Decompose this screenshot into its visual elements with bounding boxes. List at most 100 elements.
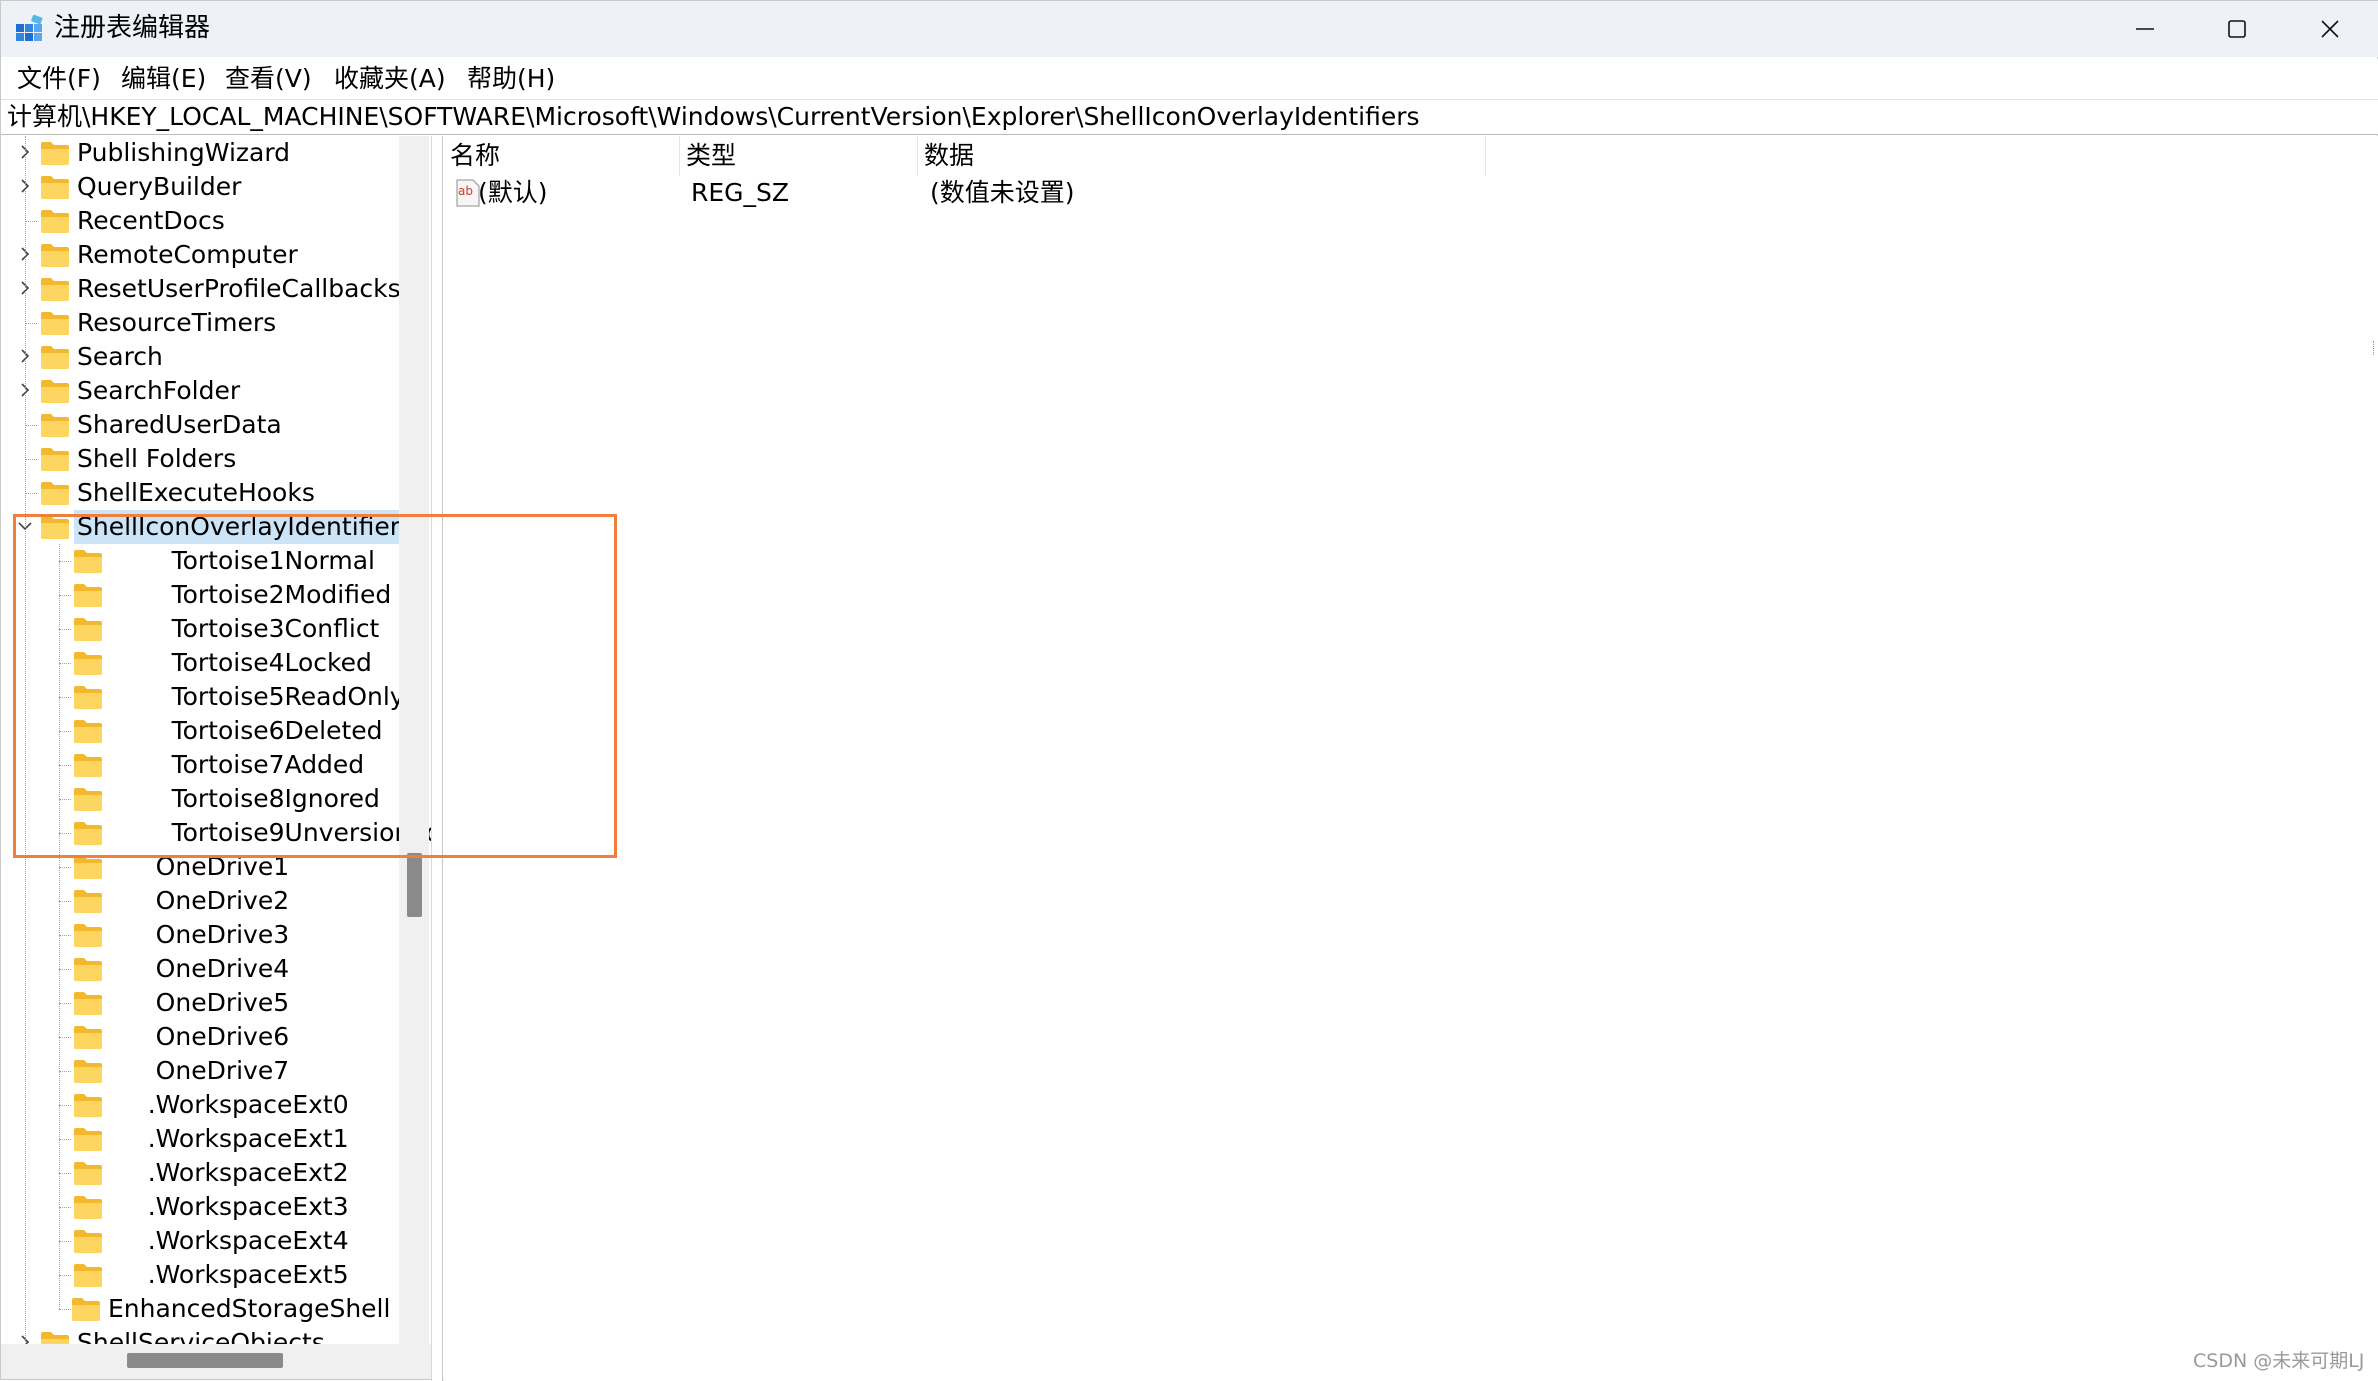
menu-edit[interactable]: 编辑(E) [121, 63, 206, 95]
close-button[interactable] [2284, 1, 2376, 57]
regedit-icon [16, 15, 43, 41]
tree-guide-line [59, 544, 60, 1309]
folder-icon [40, 310, 70, 336]
minimize-icon [2136, 28, 2154, 30]
tree-connector [59, 1207, 71, 1208]
value-list: 名称 类型 数据 ab (默认) REG_SZ (数值未设置) [444, 136, 2378, 1381]
tree-connector [59, 935, 71, 936]
column-header-name[interactable]: 名称 [444, 136, 680, 176]
tree-node-label: OneDrive4 [108, 954, 290, 983]
folder-icon [73, 820, 103, 846]
menu-favorites[interactable]: 收藏夹(A) [334, 63, 446, 95]
minimize-button[interactable] [2099, 1, 2191, 57]
tree-connector [59, 1037, 71, 1038]
tree-connector [25, 459, 37, 460]
tree-connector [59, 1309, 71, 1310]
folder-icon [73, 582, 103, 608]
tree-node-label: .WorkspaceExt5 [108, 1260, 349, 1289]
close-icon [2321, 20, 2339, 38]
value-type: REG_SZ [691, 178, 790, 207]
tree-guide-line [25, 136, 26, 1344]
tree-connector [59, 1139, 71, 1140]
pane-splitter[interactable] [431, 136, 443, 1381]
tree-connector [59, 1173, 71, 1174]
maximize-button[interactable] [2191, 1, 2283, 57]
tree-connector [59, 765, 71, 766]
address-bar[interactable]: 计算机\HKEY_LOCAL_MACHINE\SOFTWARE\Microsof… [1, 99, 2378, 135]
folder-icon [73, 1024, 103, 1050]
folder-icon [73, 922, 103, 948]
folder-icon [40, 412, 70, 438]
tree-node-label: Tortoise4Locked [108, 648, 372, 677]
tree-connector [59, 833, 71, 834]
tree-connector [25, 493, 37, 494]
value-data: (数值未设置) [930, 178, 1075, 207]
tree-connector [25, 425, 37, 426]
tree-node-label: .WorkspaceExt1 [108, 1124, 349, 1153]
tree-node-label: QueryBuilder [77, 172, 242, 201]
tree-node-label: OneDrive2 [108, 886, 290, 915]
tree-connector [59, 731, 71, 732]
tree-node-label: Tortoise7Added [108, 750, 365, 779]
tree-node-label: Tortoise9Unversioned [108, 818, 431, 847]
tree-node-label: Tortoise8Ignored [108, 784, 380, 813]
watermark: CSDN @未来可期LJ [2193, 1350, 2365, 1372]
folder-icon [73, 650, 103, 676]
tree-node-label: ShellExecuteHooks [77, 478, 315, 507]
tree-vertical-scroll-thumb[interactable] [407, 853, 422, 917]
tree-node-label: OneDrive5 [108, 988, 290, 1017]
tree-connector [59, 1071, 71, 1072]
folder-icon [40, 1330, 70, 1344]
tree-node-label: .WorkspaceExt0 [108, 1090, 349, 1119]
value-name: (默认) [478, 178, 548, 207]
tree-horizontal-scroll-thumb[interactable] [127, 1353, 283, 1368]
tree-connector [59, 595, 71, 596]
right-edge-marker [2373, 341, 2378, 355]
folder-icon [40, 344, 70, 370]
tree-node-label: PublishingWizard [77, 138, 291, 167]
tree-connector [59, 1241, 71, 1242]
tree-node-label: SearchFolder [77, 376, 241, 405]
folder-icon [40, 242, 70, 268]
tree-node-label: OneDrive7 [108, 1056, 290, 1085]
tree-node-label: RemoteComputer [77, 240, 298, 269]
folder-icon [71, 1296, 101, 1322]
tree-node-label: ShellServiceObjects [77, 1328, 325, 1344]
folder-icon [73, 1262, 103, 1288]
svg-text:ab: ab [458, 184, 473, 198]
registry-editor-window: 注册表编辑器 文件(F) 编辑(E) 查看(V) 收藏夹(A) 帮助(H) 计算… [0, 0, 2378, 1381]
folder-icon [73, 990, 103, 1016]
column-header-data[interactable]: 数据 [918, 136, 1486, 176]
tree-node-label: Tortoise2Modified [108, 580, 392, 609]
tree-connector [59, 663, 71, 664]
menu-file[interactable]: 文件(F) [17, 63, 101, 95]
folder-icon [40, 514, 70, 540]
folder-icon [73, 718, 103, 744]
tree-node-label: RecentDocs [77, 206, 225, 235]
tree-node-label: Tortoise6Deleted [108, 716, 383, 745]
tree-node-label: Tortoise3Conflict [108, 614, 380, 643]
folder-icon [40, 378, 70, 404]
address-path[interactable]: 计算机\HKEY_LOCAL_MACHINE\SOFTWARE\Microsof… [7, 101, 1420, 133]
tree-node-label: .WorkspaceExt2 [108, 1158, 349, 1187]
tree-connector [59, 901, 71, 902]
folder-icon [73, 548, 103, 574]
folder-icon [73, 616, 103, 642]
menu-help[interactable]: 帮助(H) [467, 63, 555, 95]
tree-connector [59, 1003, 71, 1004]
tree-connector [59, 697, 71, 698]
menu-bar: 文件(F) 编辑(E) 查看(V) 收藏夹(A) 帮助(H) [1, 59, 2378, 99]
folder-icon [73, 854, 103, 880]
folder-icon [73, 1228, 103, 1254]
tree-vertical-scrollbar[interactable] [399, 136, 429, 1344]
folder-icon [40, 480, 70, 506]
folder-icon [40, 140, 70, 166]
menu-view[interactable]: 查看(V) [225, 63, 312, 95]
folder-icon [73, 1058, 103, 1084]
window-title: 注册表编辑器 [54, 13, 211, 43]
tree-connector [59, 1105, 71, 1106]
column-header-type[interactable]: 类型 [680, 136, 918, 176]
tree-connector [59, 1275, 71, 1276]
key-tree[interactable]: PublishingWizard QueryBuilder RecentDocs Re… [1, 136, 431, 1344]
tree-node-label: .WorkspaceExt4 [108, 1226, 349, 1255]
